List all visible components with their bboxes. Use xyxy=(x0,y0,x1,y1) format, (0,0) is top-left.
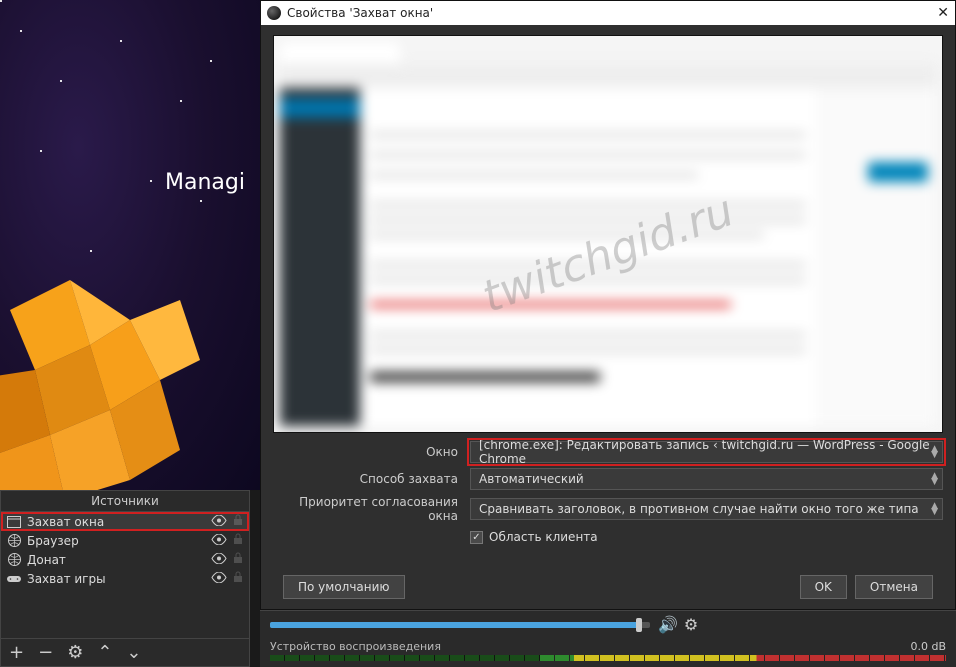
source-item-game-capture[interactable]: Захват игры xyxy=(1,569,249,588)
source-item-donate[interactable]: Донат xyxy=(1,550,249,569)
client-area-row[interactable]: ✓ Область клиента xyxy=(470,530,943,544)
ok-button[interactable]: OK xyxy=(800,575,847,599)
volume-fill xyxy=(270,622,642,628)
globe-icon xyxy=(7,553,21,567)
window-label: Окно xyxy=(273,445,458,459)
method-row: Способ захвата Автоматический ▲▼ xyxy=(273,468,943,490)
meter-fill xyxy=(270,655,540,661)
lock-icon[interactable] xyxy=(233,533,243,548)
preview-blur xyxy=(280,42,936,426)
method-select[interactable]: Автоматический ▲▼ xyxy=(470,468,943,490)
eye-icon[interactable] xyxy=(211,534,227,548)
device-row: Устройство воспроизведения 0.0 dB xyxy=(270,640,946,653)
priority-row: Приоритет согласования окна Сравнивать з… xyxy=(273,495,943,523)
source-label: Браузер xyxy=(27,534,205,548)
properties-dialog: Свойства 'Захват окна' ✕ twitc xyxy=(260,0,956,610)
window-select[interactable]: [chrome.exe]: Редактировать запись ‹ twi… xyxy=(470,441,943,463)
cancel-button[interactable]: Отмена xyxy=(855,575,933,599)
volume-thumb[interactable] xyxy=(636,618,642,632)
globe-icon xyxy=(7,534,21,548)
method-label: Способ захвата xyxy=(273,472,458,486)
volume-icons: 🔊 ⚙ xyxy=(658,615,698,634)
chevron-updown-icon: ▲▼ xyxy=(931,446,938,458)
form-area: Окно [chrome.exe]: Редактировать запись … xyxy=(273,441,943,544)
gear-icon[interactable]: ⚙ xyxy=(684,615,698,634)
move-down-button[interactable]: ⌄ xyxy=(126,642,141,663)
polygon-cluster xyxy=(0,180,260,490)
dialog-buttons: По умолчанию OK Отмена xyxy=(273,567,943,609)
chevron-updown-icon: ▲▼ xyxy=(931,473,938,485)
eye-icon[interactable] xyxy=(211,553,227,567)
priority-select[interactable]: Сравнивать заголовок, в противном случае… xyxy=(470,498,943,520)
chevron-updown-icon: ▲▼ xyxy=(931,503,938,515)
gamepad-icon xyxy=(7,572,21,586)
sources-toolbar: + − ⚙ ⌃ ⌄ xyxy=(1,638,249,666)
source-label: Захват игры xyxy=(27,572,205,586)
window-row: Окно [chrome.exe]: Редактировать запись … xyxy=(273,441,943,463)
close-icon[interactable]: ✕ xyxy=(937,5,949,21)
sources-panel: Источники Захват окна Браузер xyxy=(0,490,250,667)
source-item-browser[interactable]: Браузер xyxy=(1,531,249,550)
remove-source-button[interactable]: − xyxy=(38,642,53,663)
move-up-button[interactable]: ⌃ xyxy=(97,642,112,663)
volume-row: 🔊 ⚙ xyxy=(270,615,946,634)
lock-icon[interactable] xyxy=(233,571,243,586)
priority-label: Приоритет согласования окна xyxy=(273,495,458,523)
window-icon xyxy=(7,515,21,529)
sources-list: Захват окна Браузер Донат xyxy=(1,512,249,588)
db-value: 0.0 dB xyxy=(910,640,946,653)
eye-icon[interactable] xyxy=(211,572,227,586)
obs-icon xyxy=(267,6,281,20)
volume-slider[interactable] xyxy=(270,622,650,628)
client-area-label: Область клиента xyxy=(489,530,598,544)
capture-preview: twitchgid.ru xyxy=(273,35,943,433)
source-settings-button[interactable]: ⚙ xyxy=(67,642,83,663)
client-area-checkbox[interactable]: ✓ xyxy=(470,531,483,544)
level-meter xyxy=(270,655,946,661)
window-value: [chrome.exe]: Редактировать запись ‹ twi… xyxy=(479,438,934,466)
source-item-window-capture[interactable]: Захват окна xyxy=(1,512,249,531)
source-label: Донат xyxy=(27,553,205,567)
dialog-body: twitchgid.ru Окно [chrome.exe]: Редактир… xyxy=(261,25,955,609)
dialog-titlebar[interactable]: Свойства 'Захват окна' ✕ xyxy=(261,1,955,25)
speaker-icon[interactable]: 🔊 xyxy=(658,615,678,634)
add-source-button[interactable]: + xyxy=(9,642,24,663)
eye-icon[interactable] xyxy=(211,515,227,529)
main-preview: Managi xyxy=(0,0,260,490)
defaults-button[interactable]: По умолчанию xyxy=(283,575,405,599)
method-value: Автоматический xyxy=(479,472,584,486)
priority-value: Сравнивать заголовок, в противном случае… xyxy=(479,502,919,516)
sources-header: Источники xyxy=(1,491,249,512)
preview-text: Managi xyxy=(165,170,245,195)
lock-icon[interactable] xyxy=(233,552,243,567)
dialog-title: Свойства 'Захват окна' xyxy=(287,6,433,20)
lock-icon[interactable] xyxy=(233,514,243,529)
source-label: Захват окна xyxy=(27,515,205,529)
audio-mixer: 🔊 ⚙ Устройство воспроизведения 0.0 dB xyxy=(260,610,956,667)
device-label: Устройство воспроизведения xyxy=(270,640,441,653)
